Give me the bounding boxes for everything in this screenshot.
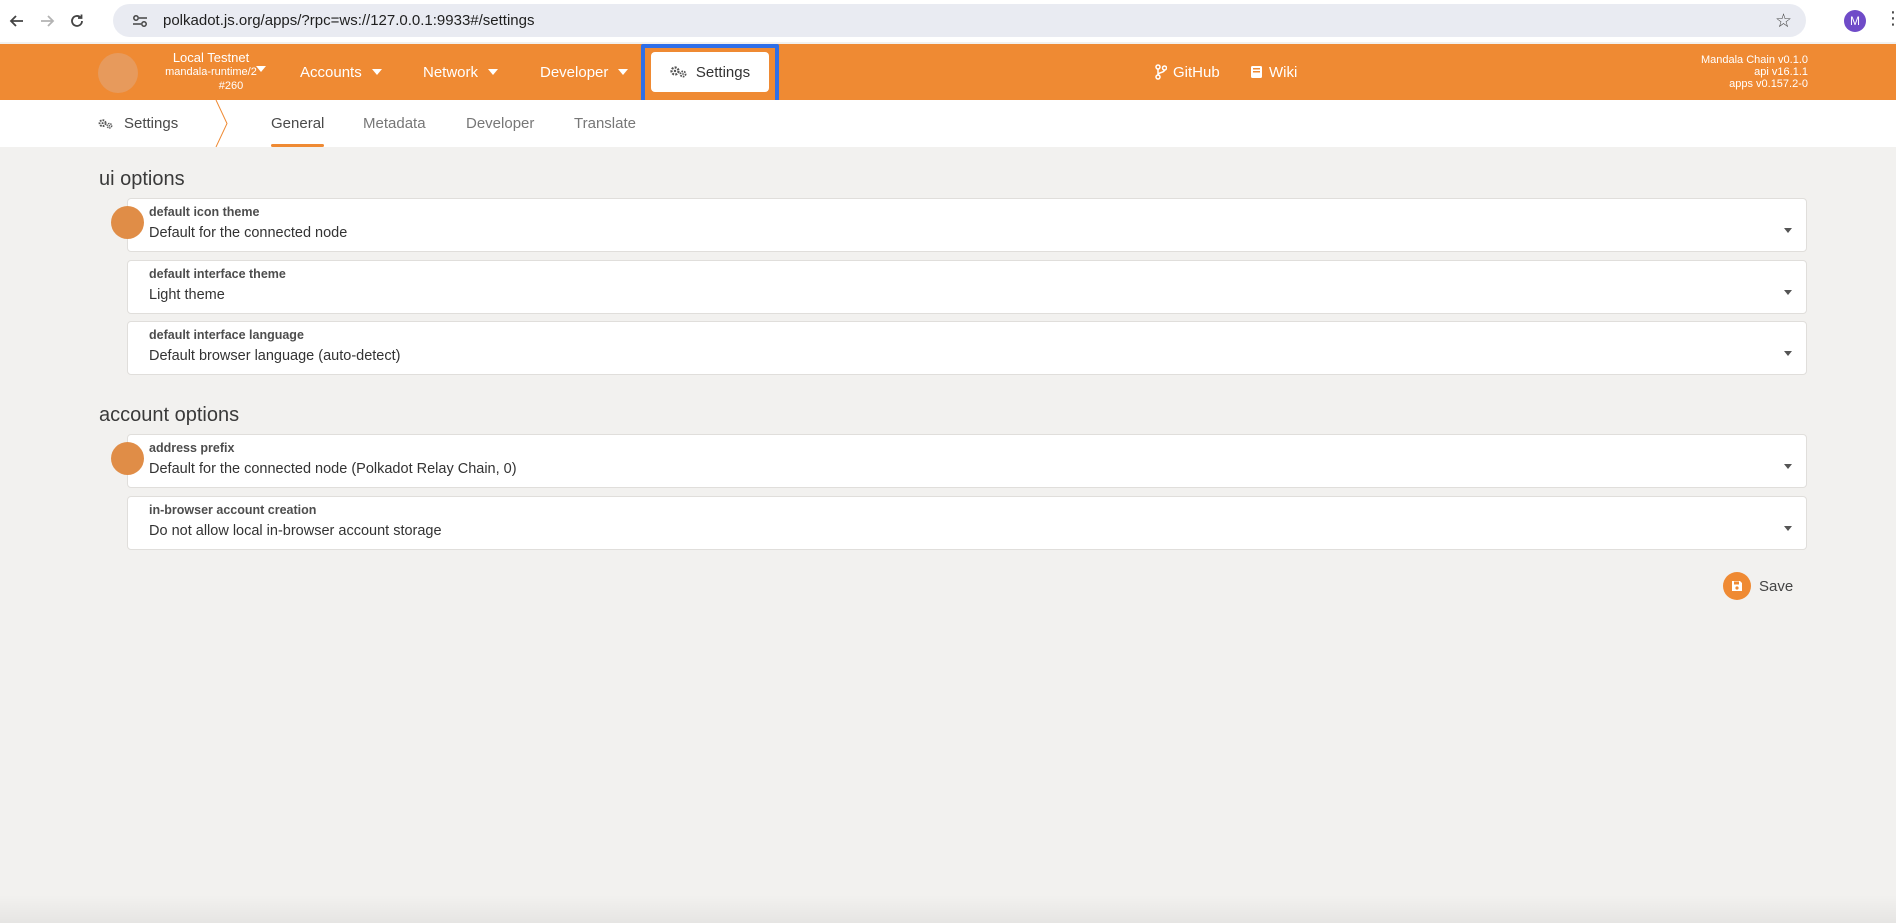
dropdown-value: Default browser language (auto-detect) [149,348,401,364]
browser-menu-icon[interactable]: ⋮ [1884,9,1896,27]
menu-developer-label: Developer [540,63,609,81]
ui-options-title: ui options [99,168,185,190]
browser-toolbar: polkadot.js.org/apps/?rpc=ws://127.0.0.1… [0,0,1896,42]
chain-version: Mandala Chain v0.1.0 [1700,54,1808,66]
interface-theme-dropdown[interactable]: default interface theme Light theme [127,260,1807,314]
caret-down-icon [618,69,629,75]
chain-caret-icon[interactable] [256,66,266,72]
caret-down-icon [371,69,382,75]
bookmark-star-icon[interactable]: ☆ [1775,10,1792,33]
caret-down-icon [1784,351,1792,356]
account-options-title: account options [99,404,240,426]
account-creation-dropdown[interactable]: in-browser account creation Do not allow… [127,496,1807,550]
dropdown-value: Default for the connected node (Polkadot… [149,461,517,477]
gears-icon [670,65,688,79]
menu-accounts[interactable]: Accounts [300,44,382,100]
section-bullet-icon [111,442,144,475]
app-header: Local Testnet mandala-runtime/2 #260 Acc… [0,44,1896,106]
bottom-shadow [0,895,1896,923]
tab-general[interactable]: General [271,100,325,147]
site-settings-icon[interactable] [123,14,157,28]
section-bullet-icon [111,206,144,239]
apps-version: apps v0.157.2-0 [1729,78,1808,90]
wiki-label: Wiki [1269,63,1298,81]
chain-logo[interactable] [98,53,138,93]
dropdown-label: address prefix [149,441,235,455]
menu-settings[interactable]: Settings [651,52,769,92]
tab-translate[interactable]: Translate [574,100,636,147]
dropdown-label: default interface theme [149,267,286,281]
chain-name: Local Testnet [172,50,250,65]
caret-down-icon [1784,526,1792,531]
settings-subnav: Settings General Metadata Developer Tran… [0,100,1896,147]
dropdown-label: default interface language [149,328,304,342]
chain-selector[interactable]: Local Testnet mandala-runtime/2 #260 [146,51,276,93]
chain-block: #260 [218,80,244,92]
dropdown-label: in-browser account creation [149,503,317,517]
back-arrow-icon[interactable] [4,8,30,34]
menu-developer[interactable]: Developer [540,44,629,100]
interface-language-dropdown[interactable]: default interface language Default brows… [127,321,1807,375]
subnav-title: Settings [98,100,178,147]
menu-settings-label: Settings [695,63,751,81]
dropdown-value: Light theme [149,287,225,303]
url-text: polkadot.js.org/apps/?rpc=ws://127.0.0.1… [163,12,535,29]
menu-network-label: Network [423,63,479,81]
icon-theme-dropdown[interactable]: default icon theme Default for the conne… [127,198,1807,252]
address-bar[interactable]: polkadot.js.org/apps/?rpc=ws://127.0.0.1… [113,4,1806,37]
wiki-link[interactable]: Wiki [1250,44,1297,100]
caret-down-icon [488,69,499,75]
forward-arrow-icon[interactable] [34,8,60,34]
version-info: Mandala Chain v0.1.0 api v16.1.1 apps v0… [1701,54,1808,90]
tab-developer[interactable]: Developer [466,100,534,147]
menu-network[interactable]: Network [423,44,499,100]
caret-down-icon [1784,228,1792,233]
dropdown-value: Default for the connected node [149,225,348,241]
code-branch-icon [1155,64,1167,80]
save-icon [1723,572,1751,600]
tab-metadata[interactable]: Metadata [363,100,426,147]
api-version: api v16.1.1 [1754,66,1808,78]
save-button[interactable]: Save [1723,572,1793,600]
menu-accounts-label: Accounts [300,63,362,81]
dropdown-label: default icon theme [149,205,260,219]
github-label: GitHub [1173,63,1220,81]
book-icon [1250,65,1263,79]
reload-icon[interactable] [64,8,90,34]
caret-down-icon [1784,290,1792,295]
address-prefix-dropdown[interactable]: address prefix Default for the connected… [127,434,1807,488]
save-label: Save [1759,577,1794,595]
profile-avatar[interactable]: M [1844,10,1866,32]
github-link[interactable]: GitHub [1155,44,1220,100]
dropdown-value: Do not allow local in-browser account st… [149,523,442,539]
caret-down-icon [1784,464,1792,469]
subnav-chevron-icon [215,100,228,147]
subnav-title-label: Settings [124,115,179,132]
gears-icon [98,118,114,130]
